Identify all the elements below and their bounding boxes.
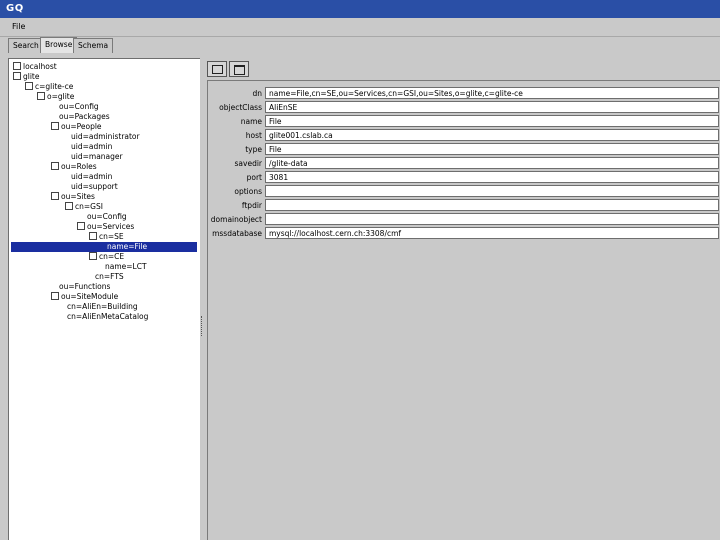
tree-node[interactable]: name=LCT (105, 262, 147, 272)
field-label: mssdatabase (212, 229, 262, 238)
expand-toggle-icon[interactable] (13, 72, 21, 80)
tree-node-selected[interactable]: name=File (11, 242, 197, 252)
tab-browse[interactable]: Browse (40, 37, 78, 53)
tree-node[interactable]: cn=CE (89, 252, 124, 262)
field-label: type (245, 145, 262, 154)
tree-node[interactable]: uid=support (71, 182, 118, 192)
expand-toggle-icon[interactable] (51, 162, 59, 170)
tree-node[interactable]: o=glite (37, 92, 74, 102)
back-button[interactable] (207, 61, 227, 77)
attribute-form: dn name=File,cn=SE,ou=Services,cn=GSI,ou… (207, 80, 720, 540)
tab-search[interactable]: Search (8, 38, 44, 53)
title-bar[interactable]: GQ (0, 0, 720, 18)
ftpdir-field[interactable] (265, 199, 719, 211)
tree-node[interactable]: cn=SE (89, 232, 124, 242)
field-label: savedir (234, 159, 262, 168)
field-label: name (240, 117, 262, 126)
tree-node[interactable]: uid=admin (71, 172, 112, 182)
field-row-mssdatabase: mssdatabase mysql://localhost.cern.ch:33… (208, 227, 720, 241)
field-row-options: options (208, 185, 720, 199)
tree-node[interactable]: glite (13, 72, 39, 82)
tree-node[interactable]: ou=Functions (59, 282, 110, 292)
menu-bar: File (0, 18, 720, 37)
tree-node[interactable]: cn=AliEnMetaCatalog (67, 312, 148, 322)
tree-node[interactable]: ou=People (51, 122, 102, 132)
expand-toggle-icon[interactable] (65, 202, 73, 210)
tree-node[interactable]: ou=Sites (51, 192, 95, 202)
tree-node[interactable]: cn=AliEn=Building (67, 302, 138, 312)
expand-toggle-icon[interactable] (13, 62, 21, 70)
field-label: options (234, 187, 262, 196)
field-row-domainobject: domainobject (208, 213, 720, 227)
window-title: GQ (6, 3, 24, 14)
field-row-ftpdir: ftpdir (208, 199, 720, 213)
expand-toggle-icon[interactable] (51, 192, 59, 200)
name-field[interactable]: File (265, 115, 719, 127)
application-window: GQ File Search Browse Schema localhost g… (0, 0, 720, 540)
directory-tree[interactable]: localhost glite c=glite-ce o=glite ou=Co… (8, 58, 202, 540)
objectclass-field[interactable]: AliEnSE (265, 101, 719, 113)
entry-editor: dn name=File,cn=SE,ou=Services,cn=GSI,ou… (204, 58, 720, 540)
expand-toggle-icon[interactable] (77, 222, 85, 230)
field-row-port: port 3081 (208, 171, 720, 185)
port-field[interactable]: 3081 (265, 171, 719, 183)
tree-node[interactable]: cn=GSI (65, 202, 103, 212)
tree-node[interactable]: ou=Services (77, 222, 134, 232)
tree-node[interactable]: cn=FTS (95, 272, 124, 282)
field-row-type: type File (208, 143, 720, 157)
host-field[interactable]: glite001.cslab.ca (265, 129, 719, 141)
field-label: port (246, 173, 262, 182)
expand-toggle-icon[interactable] (37, 92, 45, 100)
field-row-name: name File (208, 115, 720, 129)
tree-node[interactable]: uid=administrator (71, 132, 140, 142)
tree-node[interactable]: uid=manager (71, 152, 123, 162)
arrow-icon (212, 65, 223, 74)
field-label: host (245, 131, 262, 140)
tree-node[interactable]: localhost (13, 62, 57, 72)
type-field[interactable]: File (265, 143, 719, 155)
options-field[interactable] (265, 185, 719, 197)
field-row-objectclass: objectClass AliEnSE (208, 101, 720, 115)
domainobject-field[interactable] (265, 213, 719, 225)
tree-node[interactable]: uid=admin (71, 142, 112, 152)
savedir-field[interactable]: /glite-data (265, 157, 719, 169)
field-label: ftpdir (241, 201, 262, 210)
field-label: domainobject (210, 215, 262, 224)
tree-node[interactable]: ou=Config (87, 212, 127, 222)
tree-node[interactable]: ou=Roles (51, 162, 97, 172)
field-label: dn (252, 89, 262, 98)
tree-node[interactable]: c=glite-ce (25, 82, 73, 92)
field-row-dn: dn name=File,cn=SE,ou=Services,cn=GSI,ou… (208, 87, 720, 101)
field-label: objectClass (219, 103, 262, 112)
field-row-host: host glite001.cslab.ca (208, 129, 720, 143)
expand-toggle-icon[interactable] (89, 232, 97, 240)
dn-field[interactable]: name=File,cn=SE,ou=Services,cn=GSI,ou=Si… (265, 87, 719, 99)
field-row-savedir: savedir /glite-data (208, 157, 720, 171)
tree-node[interactable]: ou=Config (59, 102, 99, 112)
tree-node[interactable]: ou=SiteModule (51, 292, 118, 302)
expand-toggle-icon[interactable] (51, 122, 59, 130)
expand-toggle-icon[interactable] (89, 252, 97, 260)
view-button[interactable] (229, 61, 249, 77)
expand-toggle-icon[interactable] (51, 292, 59, 300)
expand-toggle-icon[interactable] (25, 82, 33, 90)
menu-file[interactable]: File (12, 22, 25, 31)
tab-schema[interactable]: Schema (73, 38, 114, 53)
window-icon (234, 65, 245, 75)
mssdatabase-field[interactable]: mysql://localhost.cern.ch:3308/cmf (265, 227, 719, 239)
tree-node[interactable]: ou=Packages (59, 112, 110, 122)
